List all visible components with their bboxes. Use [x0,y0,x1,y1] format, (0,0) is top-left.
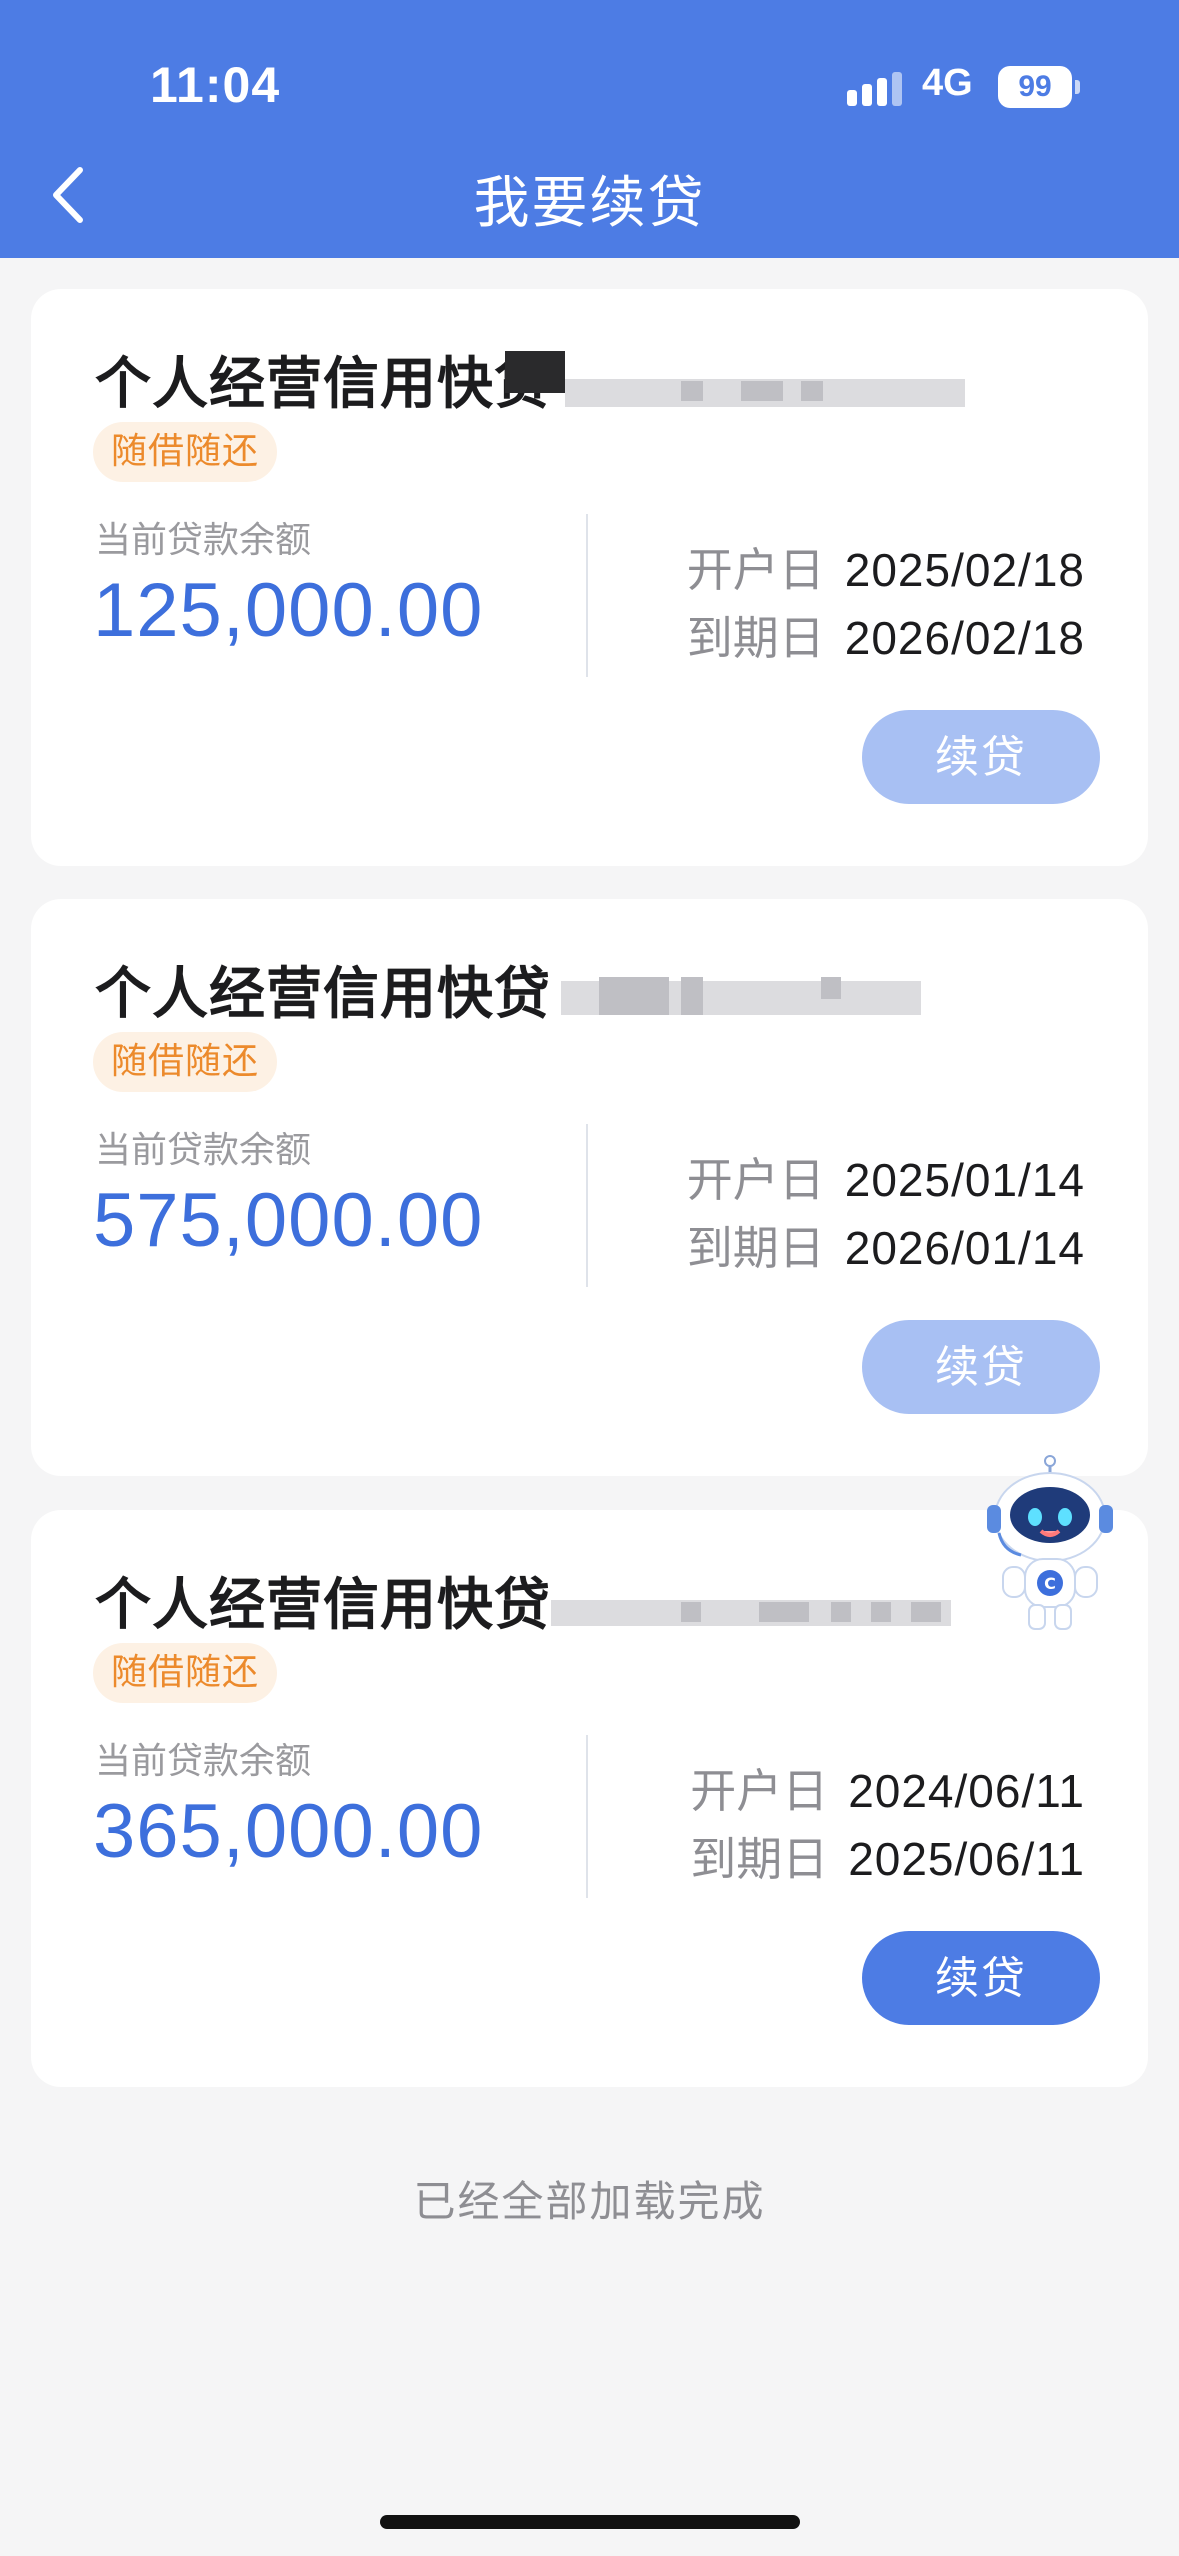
svg-text:C: C [1044,1574,1056,1593]
due-date-row: 到期日 2025/06/11 [690,1823,1085,1889]
loan-card: 个人经营信用快贷 随借随还 当前贷款余额 575,000.00 开户日 2025/… [31,899,1148,1476]
signal-icon [847,72,902,106]
load-complete-text: 已经全部加载完成 [413,2177,766,2226]
due-date-row: 到期日 2026/01/14 [687,1212,1085,1278]
home-indicator[interactable] [380,2515,800,2529]
repayment-tag: 随借随还 [93,1032,278,1092]
renew-button[interactable]: 续贷 [862,1320,1100,1414]
redacted-block [505,351,565,393]
due-date-value: 2026/01/14 [844,1222,1085,1274]
due-date-label: 到期日 [686,1221,825,1275]
loan-title: 个人经营信用快贷 [95,1573,551,1638]
redacted-block [681,381,703,401]
due-date-value: 2026/02/18 [844,612,1085,664]
battery-level: 99 [998,66,1072,108]
header-bar: 11:04 4G 99 我要续贷 [0,0,1179,258]
redacted-block [551,1600,951,1626]
battery-icon: 99 [998,66,1080,108]
redacted-block [831,1602,851,1622]
balance-label: 当前贷款余额 [95,1130,312,1171]
redacted-block [759,1602,809,1622]
redacted-block [871,1602,891,1622]
open-date-value: 2025/02/18 [844,544,1085,596]
divider [586,1124,588,1287]
balance-amount: 575,000.00 [93,1178,484,1263]
open-date-label: 开户日 [686,1153,825,1207]
balance-label: 当前贷款余额 [95,1741,312,1782]
open-date-value: 2024/06/11 [848,1765,1085,1817]
divider [586,1735,588,1898]
redacted-block [681,1602,701,1622]
due-date-row: 到期日 2026/02/18 [687,602,1085,668]
loan-card: 个人经营信用快贷 随借随还 当前贷款余额 365,000.00 开户日 2024/… [31,1510,1148,2087]
open-date-label: 开户日 [686,543,825,597]
assistant-robot-icon[interactable]: C [985,1455,1115,1635]
open-date-row: 开户日 2024/06/11 [690,1755,1085,1821]
loan-title: 个人经营信用快贷 [95,352,551,417]
redacted-block [599,977,669,1015]
renew-button[interactable]: 续贷 [862,1931,1100,2025]
open-date-row: 开户日 2025/01/14 [687,1144,1085,1210]
renew-button[interactable]: 续贷 [862,710,1100,804]
network-type: 4G [922,62,973,104]
balance-label: 当前贷款余额 [95,520,312,561]
redacted-block [911,1602,941,1622]
due-date-label: 到期日 [686,611,825,665]
loan-title: 个人经营信用快贷 [95,962,551,1027]
redacted-block [741,381,783,401]
divider [586,514,588,677]
redacted-block [681,977,703,1015]
due-date-label: 到期日 [690,1832,829,1886]
balance-amount: 125,000.00 [93,568,484,653]
page-title: 我要续贷 [473,171,706,236]
open-date-label: 开户日 [690,1764,829,1818]
status-time: 11:04 [150,57,281,113]
repayment-tag: 随借随还 [93,1643,278,1703]
due-date-value: 2025/06/11 [848,1833,1085,1885]
open-date-row: 开户日 2025/02/18 [687,534,1085,600]
open-date-value: 2025/01/14 [844,1154,1085,1206]
redacted-block [801,381,823,401]
balance-amount: 365,000.00 [93,1789,484,1874]
redacted-block [821,977,841,999]
repayment-tag: 随借随还 [93,422,278,482]
loan-card: 个人经营信用快贷 随借随还 当前贷款余额 125,000.00 开户日 2025/… [31,289,1148,866]
